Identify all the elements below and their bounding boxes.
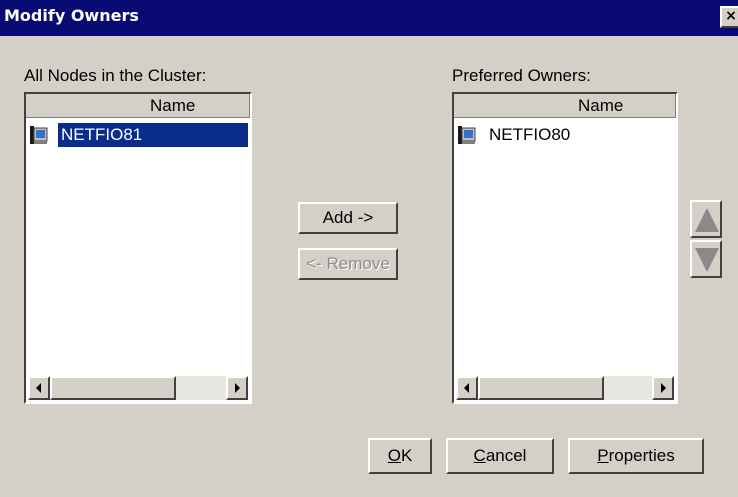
- scroll-right-button[interactable]: [652, 376, 674, 400]
- title-bar: Modify Owners ×: [0, 0, 738, 36]
- list-item-label: NETFIO80: [489, 125, 571, 144]
- list-header-name[interactable]: Name: [26, 94, 250, 118]
- horizontal-scrollbar[interactable]: [28, 376, 248, 400]
- ok-button[interactable]: OK: [368, 438, 432, 474]
- ok-mnemonic: O: [387, 446, 401, 465]
- all-nodes-list[interactable]: Name NETFIO81: [24, 92, 252, 404]
- scroll-right-button[interactable]: [226, 376, 248, 400]
- remove-button[interactable]: <- Remove: [298, 248, 398, 280]
- scroll-track[interactable]: [604, 376, 652, 400]
- cancel-label-rest: ancel: [485, 446, 527, 465]
- cancel-button[interactable]: Cancel: [446, 438, 554, 474]
- scroll-thumb[interactable]: [478, 376, 604, 400]
- server-icon: [30, 126, 48, 144]
- server-icon: [458, 126, 476, 144]
- cancel-mnemonic: C: [473, 446, 486, 465]
- scroll-thumb[interactable]: [50, 376, 176, 400]
- triangle-down-icon: [695, 248, 719, 272]
- properties-button[interactable]: Properties: [568, 438, 704, 474]
- column-header-label: Name: [578, 96, 624, 115]
- column-header-label: Name: [150, 96, 196, 115]
- close-button[interactable]: ×: [720, 6, 738, 28]
- arrow-left-icon: [36, 383, 41, 393]
- arrow-right-icon: [661, 383, 666, 393]
- properties-label-rest: roperties: [608, 446, 675, 465]
- scroll-left-button[interactable]: [28, 376, 50, 400]
- list-item-label: NETFIO81: [58, 123, 248, 147]
- scroll-track[interactable]: [176, 376, 226, 400]
- horizontal-scrollbar[interactable]: [456, 376, 674, 400]
- list-item-netfio81[interactable]: NETFIO81: [28, 122, 248, 148]
- add-button[interactable]: Add ->: [298, 202, 398, 234]
- arrow-left-icon: [464, 383, 469, 393]
- move-up-button[interactable]: [690, 200, 722, 238]
- list-item-netfio80[interactable]: NETFIO80: [456, 122, 674, 148]
- close-icon: ×: [725, 8, 737, 24]
- all-nodes-label: All Nodes in the Cluster:: [24, 66, 207, 85]
- ok-label-rest: K: [400, 446, 413, 465]
- preferred-owners-label: Preferred Owners:: [452, 66, 591, 85]
- preferred-owners-list[interactable]: Name NETFIO80: [452, 92, 678, 404]
- move-down-button[interactable]: [690, 240, 722, 278]
- window-title: Modify Owners: [4, 6, 139, 25]
- arrow-right-icon: [235, 383, 240, 393]
- triangle-up-icon: [695, 208, 719, 232]
- scroll-left-button[interactable]: [456, 376, 478, 400]
- properties-mnemonic: P: [597, 446, 609, 465]
- list-header-name[interactable]: Name: [454, 94, 676, 118]
